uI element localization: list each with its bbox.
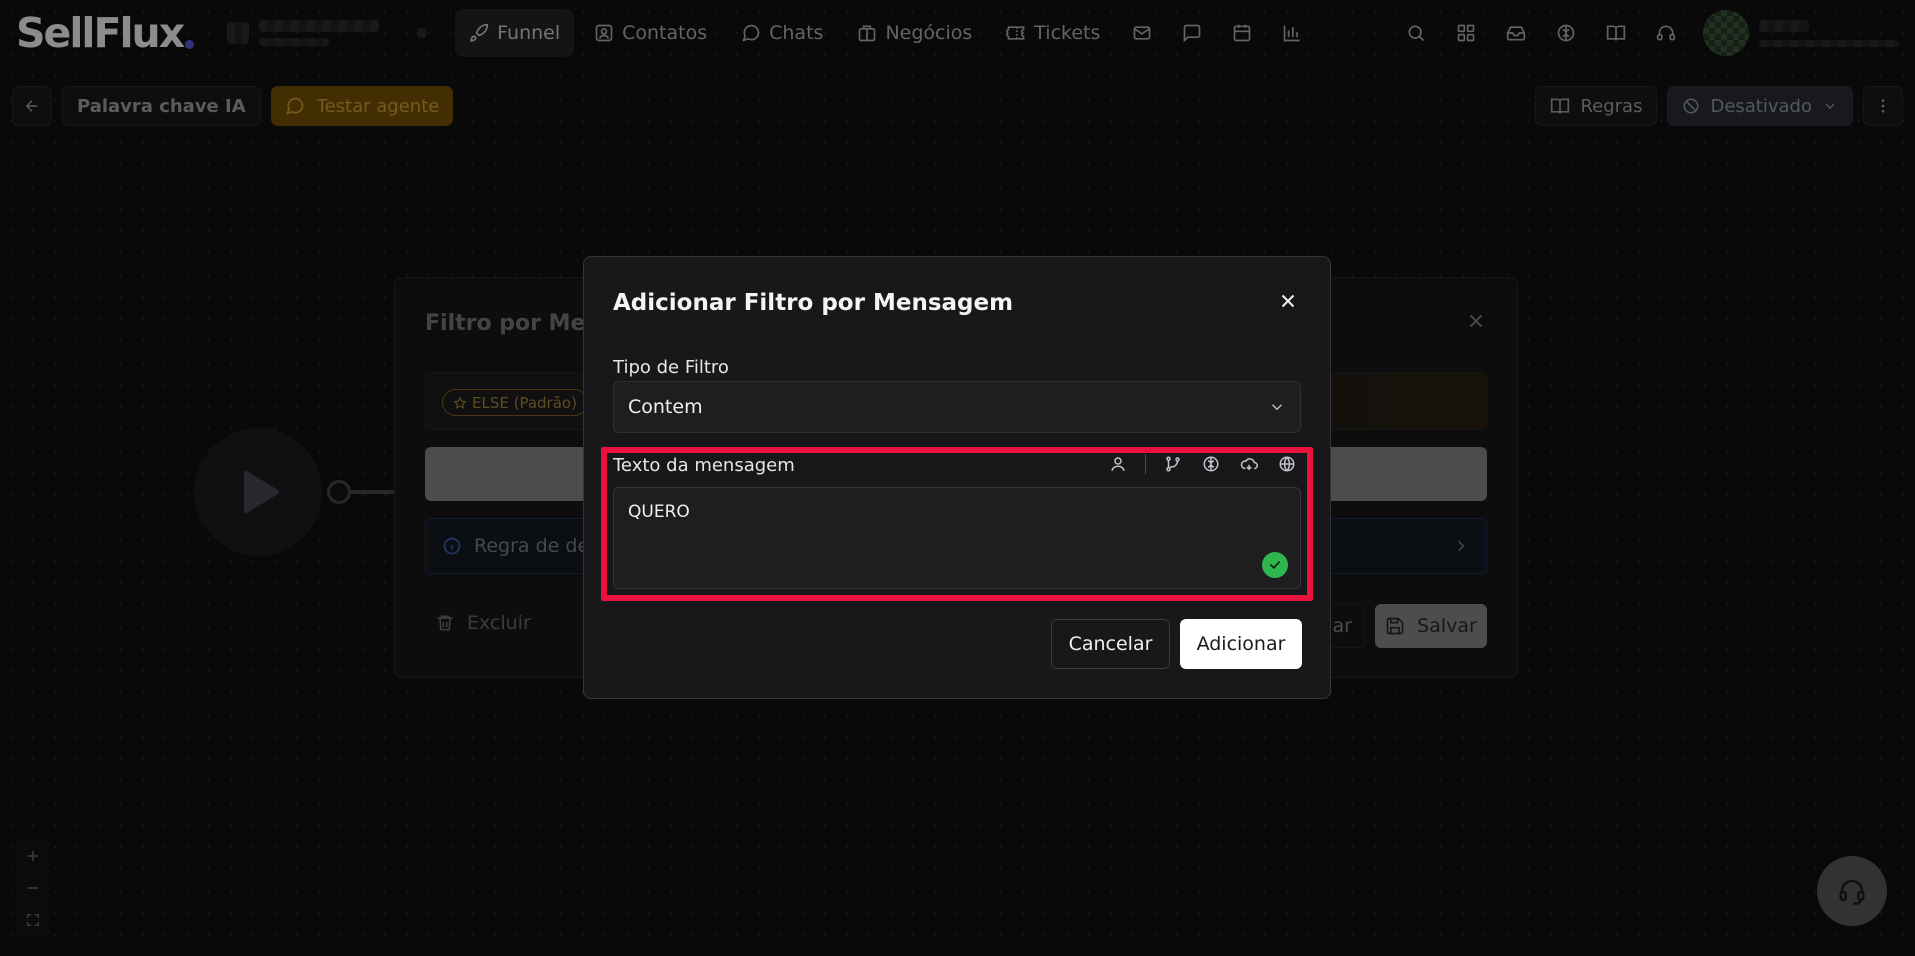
insert-flow-variable-button[interactable] — [1160, 451, 1186, 477]
insert-global-variable-button[interactable] — [1274, 451, 1300, 477]
git-branch-icon — [1166, 456, 1180, 472]
cloud-sync-icon — [1240, 458, 1258, 471]
filter-type-label: Tipo de Filtro — [613, 357, 729, 378]
dialog-title: Adicionar Filtro por Mensagem — [613, 290, 1014, 316]
insert-contact-variable-button[interactable] — [1105, 451, 1131, 477]
add-button[interactable]: Adicionar — [1180, 619, 1302, 669]
globe-icon — [1279, 456, 1295, 472]
message-text-value: QUERO — [628, 502, 690, 522]
close-icon — [1281, 294, 1295, 308]
toolbar-divider — [1145, 454, 1146, 474]
brain-icon — [1203, 456, 1219, 472]
insert-webhook-variable-button[interactable] — [1236, 451, 1262, 477]
insert-ai-variable-button[interactable] — [1198, 451, 1224, 477]
filter-type-select[interactable]: Contem — [613, 381, 1301, 433]
cancel-label: Cancelar — [1068, 633, 1153, 655]
add-label: Adicionar — [1196, 633, 1286, 655]
user-icon — [1111, 457, 1125, 471]
cancel-button[interactable]: Cancelar — [1051, 619, 1170, 669]
message-text-input[interactable]: QUERO — [613, 487, 1301, 589]
filter-type-value: Contem — [628, 396, 703, 418]
message-text-label: Texto da mensagem — [613, 455, 795, 476]
valid-check-icon — [1262, 552, 1288, 578]
dialog-close-button[interactable] — [1276, 289, 1300, 313]
message-toolbar — [1105, 451, 1300, 477]
add-message-filter-dialog: Adicionar Filtro por Mensagem Tipo de Fi… — [583, 256, 1331, 699]
chevron-down-icon — [1271, 404, 1283, 411]
